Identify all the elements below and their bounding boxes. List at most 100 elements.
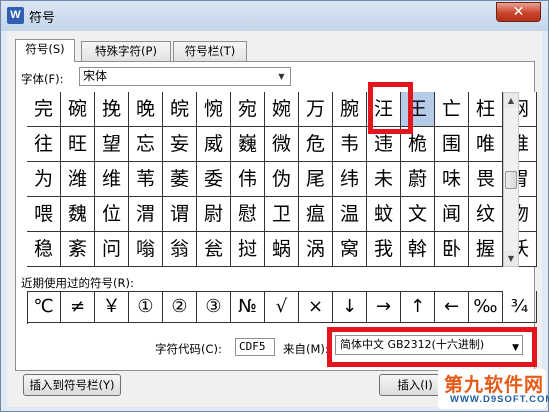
symbol-cell[interactable]: 皖 bbox=[163, 92, 197, 127]
symbol-cell[interactable]: 窝 bbox=[333, 232, 367, 267]
symbol-cell[interactable]: 谓 bbox=[163, 197, 197, 232]
symbol-cell[interactable]: 维 bbox=[95, 162, 129, 197]
chevron-down-icon[interactable]: ▼ bbox=[275, 70, 288, 83]
symbol-cell[interactable]: 碗 bbox=[61, 92, 95, 127]
recent-symbol-cell[interactable]: ¾ bbox=[503, 291, 537, 323]
close-button[interactable]: ✕ bbox=[496, 2, 541, 22]
symbol-cell[interactable]: 纬 bbox=[333, 162, 367, 197]
wps-writer-icon: W bbox=[7, 7, 24, 24]
symbol-cell[interactable]: 我 bbox=[367, 232, 401, 267]
font-select[interactable]: 宋体 ▼ bbox=[79, 67, 291, 86]
symbol-cell[interactable]: 枉 bbox=[469, 92, 503, 127]
recent-symbol-cell[interactable]: ③ bbox=[197, 291, 231, 323]
recent-symbol-cell[interactable]: ‰ bbox=[469, 291, 503, 323]
symbol-cell[interactable]: 畏 bbox=[469, 162, 503, 197]
tab-symbol-bar[interactable]: 符号栏(T) bbox=[173, 41, 247, 61]
recent-symbol-cell[interactable]: ① bbox=[129, 291, 163, 323]
scrollbar-thumb[interactable] bbox=[505, 171, 517, 189]
symbol-cell[interactable]: 紊 bbox=[61, 232, 95, 267]
recent-symbol-cell[interactable]: ② bbox=[163, 291, 197, 323]
symbol-cell[interactable]: 苇 bbox=[129, 162, 163, 197]
symbol-cell[interactable]: 伟 bbox=[231, 162, 265, 197]
symbol-cell[interactable]: 喂 bbox=[27, 197, 61, 232]
symbol-grid: 完碗挽晚皖惋宛婉万腕汪王亡枉网往旺望忘妄威巍微危韦违桅围唯惟为潍维苇萎委伟伪尾纬… bbox=[27, 92, 537, 267]
symbol-cell[interactable]: 蜗 bbox=[265, 232, 299, 267]
symbol-cell[interactable]: 亡 bbox=[435, 92, 469, 127]
symbol-cell[interactable]: 瘟 bbox=[299, 197, 333, 232]
symbol-cell[interactable]: 挝 bbox=[231, 232, 265, 267]
symbol-cell[interactable]: 往 bbox=[27, 127, 61, 162]
symbol-cell[interactable]: 惋 bbox=[197, 92, 231, 127]
symbol-cell[interactable]: 蔚 bbox=[401, 162, 435, 197]
symbol-cell[interactable]: 渭 bbox=[129, 197, 163, 232]
symbol-cell[interactable]: 潍 bbox=[61, 162, 95, 197]
symbol-cell[interactable]: 尉 bbox=[197, 197, 231, 232]
symbol-cell[interactable]: 完 bbox=[27, 92, 61, 127]
symbol-cell[interactable]: 卫 bbox=[265, 197, 299, 232]
symbol-cell[interactable]: 宛 bbox=[231, 92, 265, 127]
symbol-cell[interactable]: 稳 bbox=[27, 232, 61, 267]
symbol-cell[interactable]: 魏 bbox=[61, 197, 95, 232]
symbol-cell[interactable]: 握 bbox=[469, 232, 503, 267]
recent-symbol-cell[interactable]: ← bbox=[435, 291, 469, 323]
font-select-value: 宋体 bbox=[83, 69, 108, 83]
symbol-cell[interactable]: 围 bbox=[435, 127, 469, 162]
symbol-cell[interactable]: 忘 bbox=[129, 127, 163, 162]
recent-symbol-cell[interactable]: → bbox=[367, 291, 401, 323]
recent-symbol-cell[interactable]: ￥ bbox=[95, 291, 129, 323]
recent-symbols-row: ℃ ≠ ￥ ① ② ③ № √ × ↓ → ↑ ← ‰ ¾ bbox=[27, 291, 537, 324]
symbol-cell[interactable]: 挽 bbox=[95, 92, 129, 127]
recent-symbol-cell[interactable]: ≠ bbox=[61, 291, 95, 323]
symbol-cell[interactable]: 微 bbox=[265, 127, 299, 162]
symbol-cell[interactable]: 卧 bbox=[435, 232, 469, 267]
scroll-up-icon[interactable]: ▲ bbox=[504, 93, 518, 108]
symbol-cell[interactable]: 妄 bbox=[163, 127, 197, 162]
symbol-cell[interactable]: 伪 bbox=[265, 162, 299, 197]
symbol-cell[interactable]: 瓮 bbox=[197, 232, 231, 267]
symbol-cell[interactable]: 旺 bbox=[61, 127, 95, 162]
symbol-cell[interactable]: 威 bbox=[197, 127, 231, 162]
recent-symbol-cell[interactable]: √ bbox=[265, 291, 299, 323]
symbol-cell[interactable]: 巍 bbox=[231, 127, 265, 162]
symbol-cell[interactable]: 为 bbox=[27, 162, 61, 197]
font-label: 字体(F): bbox=[21, 72, 64, 86]
symbol-cell[interactable]: 温 bbox=[333, 197, 367, 232]
symbol-cell[interactable]: 婉 bbox=[265, 92, 299, 127]
symbol-cell[interactable]: 望 bbox=[95, 127, 129, 162]
symbol-cell[interactable]: 翁 bbox=[163, 232, 197, 267]
symbol-cell[interactable]: 尾 bbox=[299, 162, 333, 197]
tab-special-characters[interactable]: 特殊字符(P) bbox=[81, 41, 171, 61]
recent-symbol-cell[interactable]: ↑ bbox=[401, 291, 435, 323]
symbol-cell[interactable]: 韦 bbox=[333, 127, 367, 162]
symbol-cell[interactable]: 未 bbox=[367, 162, 401, 197]
symbol-cell[interactable]: 晚 bbox=[129, 92, 163, 127]
scroll-down-icon[interactable]: ▼ bbox=[504, 251, 518, 266]
char-code-field[interactable]: CDF5 bbox=[235, 338, 275, 356]
recent-symbol-cell[interactable]: × bbox=[299, 291, 333, 323]
symbol-cell[interactable]: 腕 bbox=[333, 92, 367, 127]
symbol-cell[interactable]: 涡 bbox=[299, 232, 333, 267]
symbol-cell[interactable]: 萎 bbox=[163, 162, 197, 197]
symbol-cell[interactable]: 慰 bbox=[231, 197, 265, 232]
tab-symbols[interactable]: 符号(S) bbox=[15, 39, 75, 62]
title-bar[interactable]: W 符号 ✕ bbox=[1, 1, 548, 31]
symbol-cell[interactable]: 问 bbox=[95, 232, 129, 267]
symbol-cell[interactable]: 嗡 bbox=[129, 232, 163, 267]
symbol-cell[interactable]: 纹 bbox=[469, 197, 503, 232]
symbol-cell[interactable]: 斡 bbox=[401, 232, 435, 267]
insert-to-symbol-bar-button[interactable]: 插入到符号栏(Y) bbox=[23, 374, 121, 396]
watermark-url: WWW.D9SOFT.COM bbox=[450, 394, 549, 405]
symbol-cell[interactable]: 味 bbox=[435, 162, 469, 197]
symbol-cell[interactable]: 文 bbox=[401, 197, 435, 232]
symbol-cell[interactable]: 危 bbox=[299, 127, 333, 162]
symbol-cell[interactable]: 万 bbox=[299, 92, 333, 127]
recent-symbol-cell[interactable]: ℃ bbox=[27, 291, 61, 323]
symbol-cell[interactable]: 蚊 bbox=[367, 197, 401, 232]
symbol-cell[interactable]: 委 bbox=[197, 162, 231, 197]
symbol-cell[interactable]: 位 bbox=[95, 197, 129, 232]
symbol-grid-scrollbar[interactable]: ▲ ▼ bbox=[503, 92, 519, 267]
recent-symbol-cell[interactable]: ↓ bbox=[333, 291, 367, 323]
recent-symbol-cell[interactable]: № bbox=[231, 291, 265, 323]
symbol-cell[interactable]: 闻 bbox=[435, 197, 469, 232]
symbol-cell[interactable]: 唯 bbox=[469, 127, 503, 162]
